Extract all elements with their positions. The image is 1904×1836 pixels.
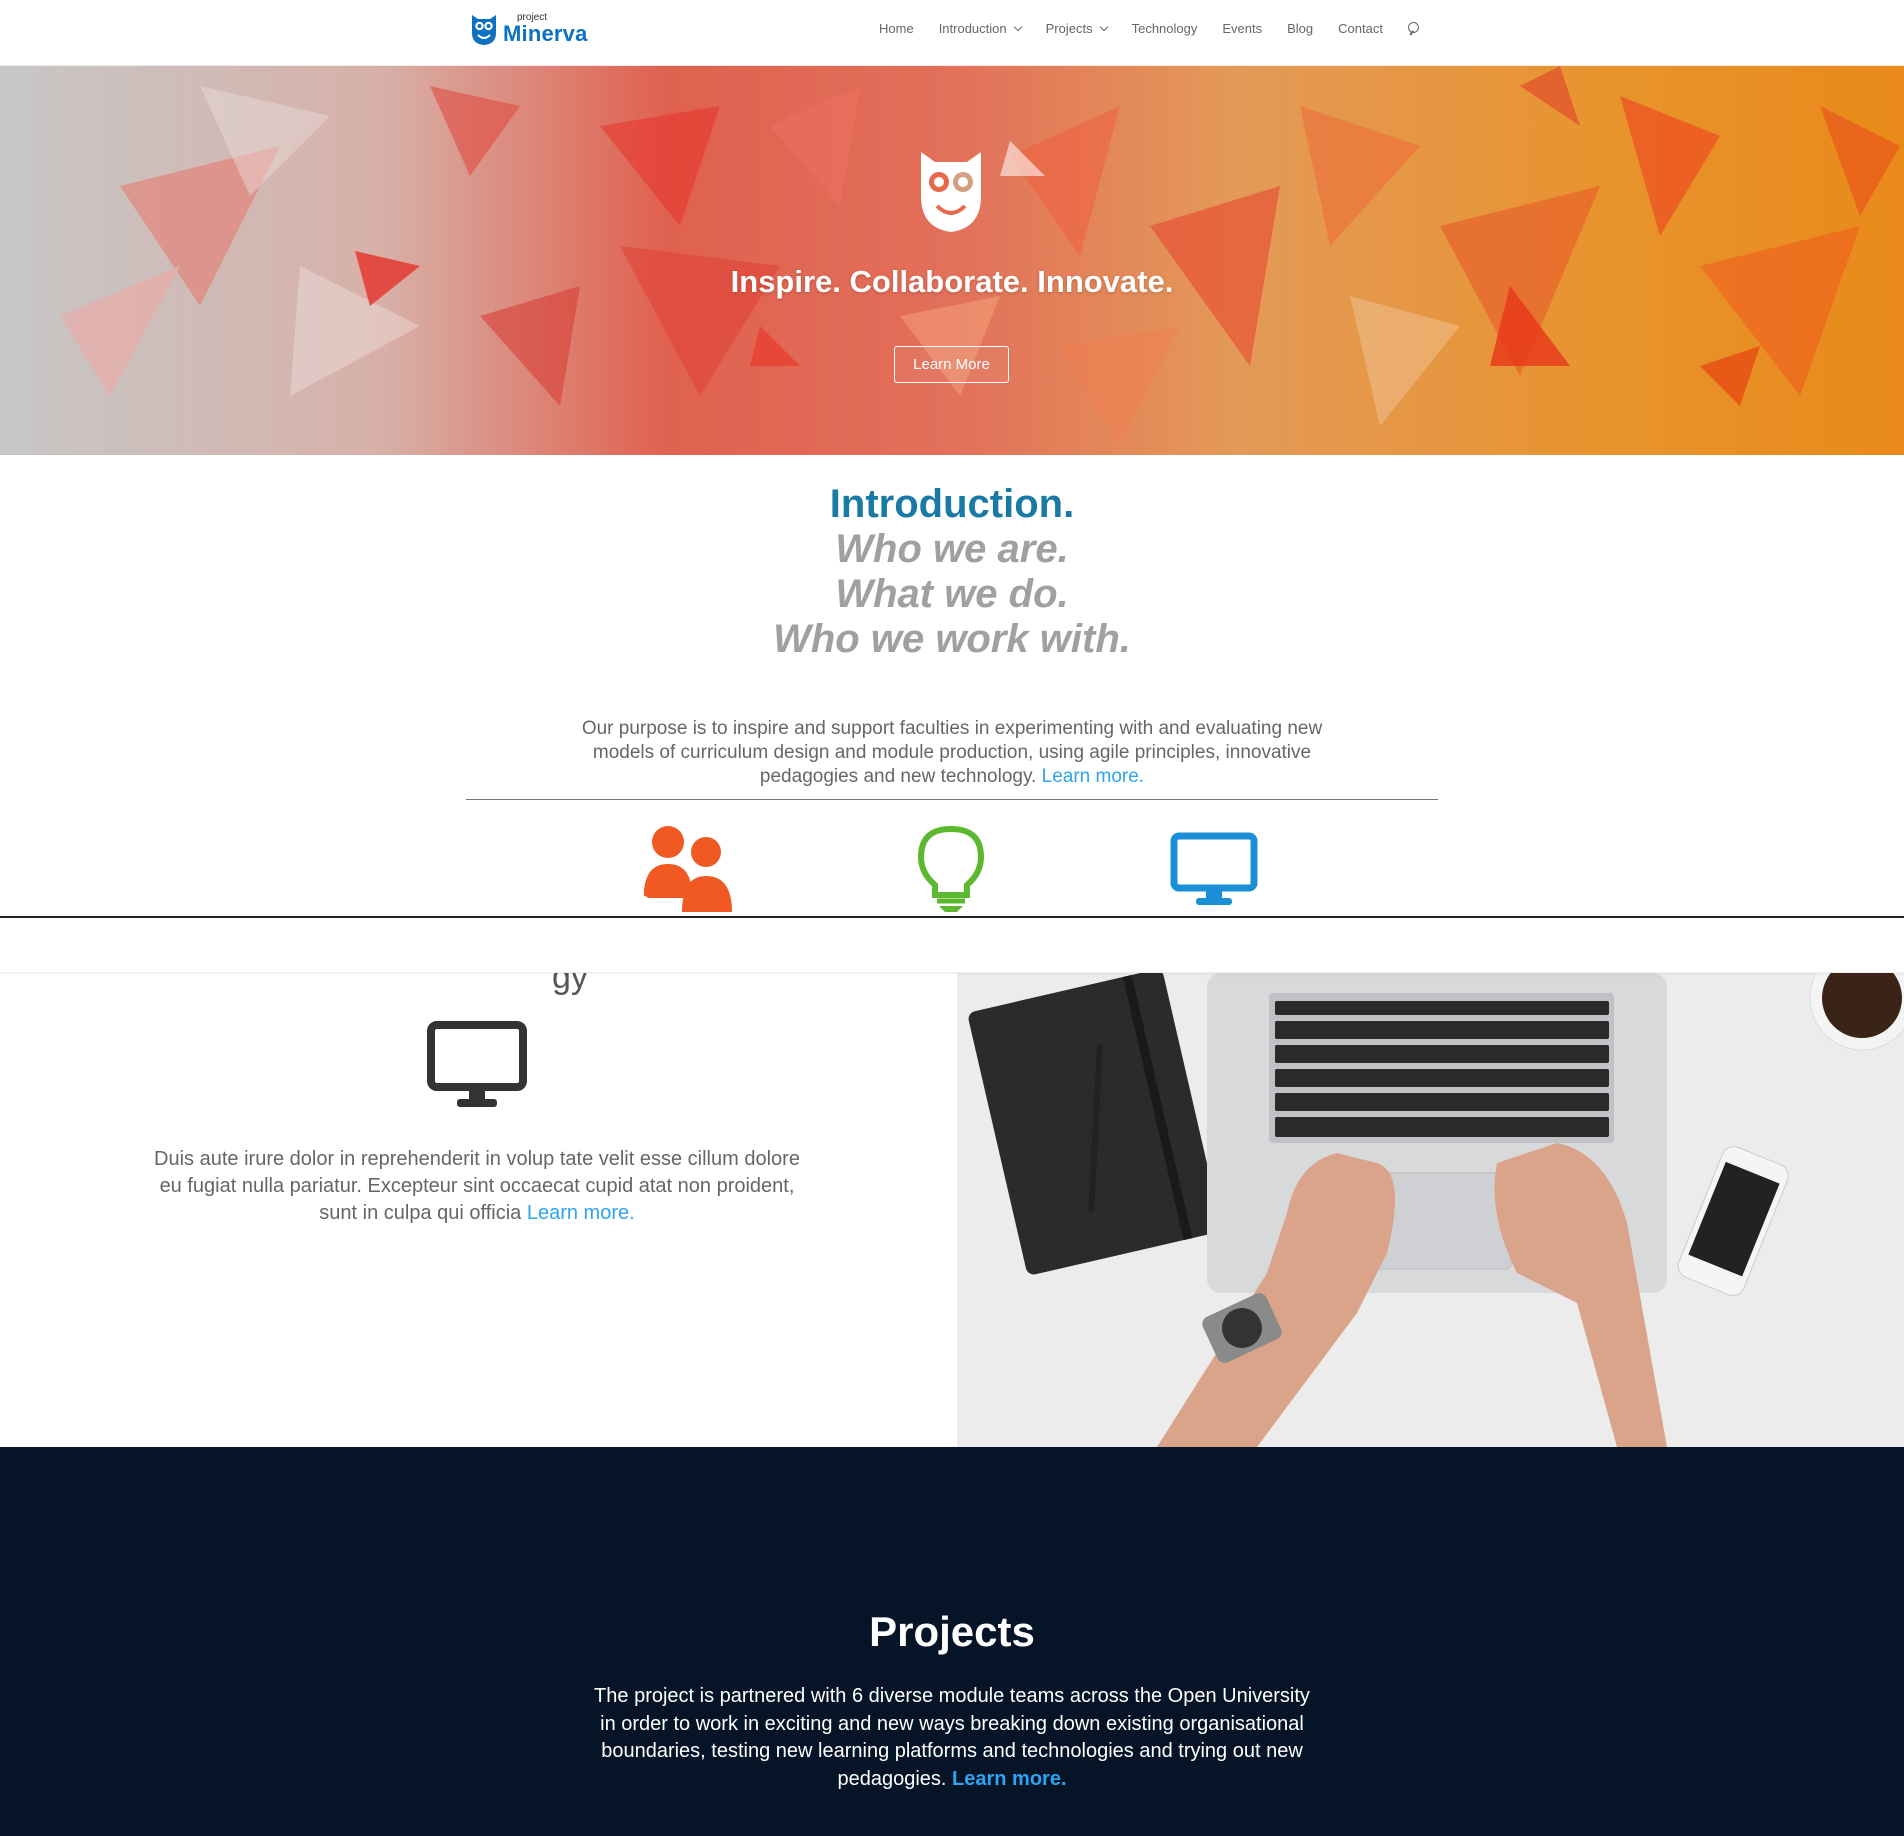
learn-more-button[interactable]: Learn More: [894, 346, 1009, 383]
intro-title: Introduction.: [829, 482, 1075, 526]
hero-banner: Inspire. Collaborate. Innovate. Learn Mo…: [0, 66, 1904, 455]
owl-logo-icon: [921, 152, 981, 232]
site-logo[interactable]: project Minerva: [469, 11, 588, 47]
hero-title: Inspire. Collaborate. Innovate.: [730, 264, 1174, 299]
nav-label: Technology: [1131, 21, 1198, 36]
nav-label: Home: [879, 21, 914, 36]
site-header: project Minerva Home Introduction Projec…: [0, 0, 1904, 66]
intro-body: Our purpose is to inspire and support fa…: [581, 718, 1323, 787]
nav-label: Introduction: [938, 21, 1007, 36]
nav-events[interactable]: Events: [1222, 21, 1262, 36]
nav-contact[interactable]: Contact: [1338, 21, 1383, 36]
projects-text: The project is partnered with 6 diverse …: [592, 1683, 1312, 1793]
technology-text: Duis aute irure dolor in reprehenderit i…: [142, 1146, 812, 1227]
logo-name: Minerva: [503, 21, 588, 46]
nav-label: Events: [1222, 21, 1263, 36]
nav-blog[interactable]: Blog: [1287, 21, 1313, 36]
people-icon: [644, 826, 732, 912]
nav-introduction[interactable]: Introduction: [938, 21, 1022, 36]
nav-technology[interactable]: Technology: [1132, 21, 1198, 36]
monitor-icon: [1170, 832, 1258, 905]
chevron-down-icon: [1013, 22, 1022, 31]
main-nav: Home Introduction Projects Technology Ev…: [879, 21, 1420, 36]
nav-projects[interactable]: Projects: [1045, 21, 1108, 36]
projects-section: Projects The project is partnered with 6…: [0, 1447, 1904, 1836]
nav-label: Blog: [1287, 21, 1314, 36]
nav-home[interactable]: Home: [879, 21, 914, 36]
hero-triangle-pattern: [60, 66, 1900, 446]
intro-subtitle: Who we work with.: [773, 617, 1131, 661]
owl-logo-icon: [472, 15, 496, 45]
technology-body: Duis aute irure dolor in reprehenderit i…: [154, 1148, 800, 1224]
monitor-icon: [427, 1021, 527, 1107]
intro-subtitle: What we do.: [835, 572, 1069, 616]
nav-label: Contact: [1338, 21, 1383, 36]
laptop-desk-photo: [957, 973, 1904, 1447]
projects-learn-more-link[interactable]: Learn more.: [952, 1768, 1066, 1790]
divider: [466, 799, 1438, 800]
intro-subtitle: Who we are.: [835, 527, 1069, 571]
projects-title: Projects: [869, 1608, 1035, 1655]
nav-label: Projects: [1045, 21, 1093, 36]
intro-text: Our purpose is to inspire and support fa…: [560, 717, 1344, 789]
intro-learn-more-link[interactable]: Learn more.: [1042, 766, 1144, 787]
lightbulb-icon: [917, 825, 985, 912]
technology-learn-more-link[interactable]: Learn more.: [527, 1202, 635, 1224]
search-icon[interactable]: [1407, 21, 1420, 36]
chevron-down-icon: [1099, 22, 1108, 31]
sticky-header: project Minerva Home Introduction Projec…: [0, 918, 1904, 973]
